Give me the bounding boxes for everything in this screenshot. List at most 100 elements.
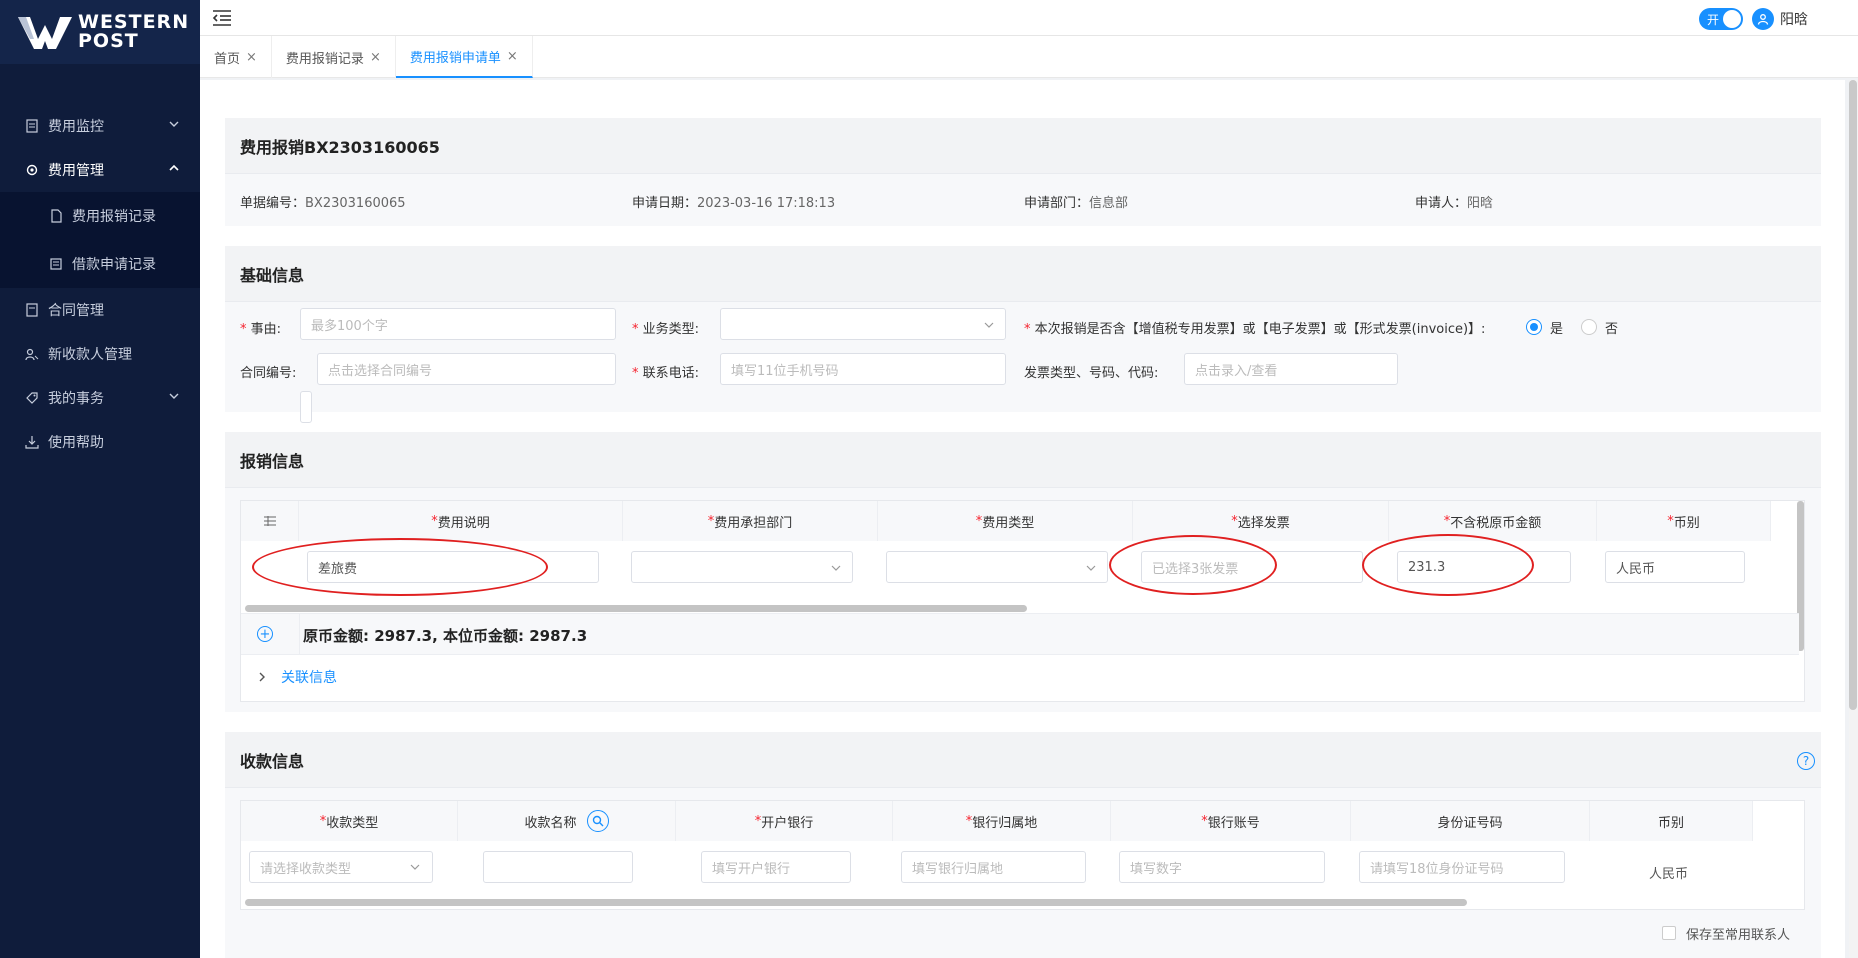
basic-info-card: 基础信息 * 事由: 最多100个字 * 业务类型: * 本次报销是否含【增值税… — [225, 246, 1821, 423]
contract-label: 合同编号: — [240, 366, 297, 381]
sidebar-item-payee[interactable]: 新收款人管理 — [0, 332, 200, 376]
monitor-doc-icon — [24, 118, 40, 134]
biz-type-select[interactable] — [720, 308, 1006, 340]
payee-name-input[interactable] — [483, 851, 633, 883]
section-title: 收款信息 — [225, 732, 1821, 788]
download-icon — [24, 434, 40, 450]
list-icon — [48, 256, 64, 272]
tab-reimburse-form[interactable]: 费用报销申请单 × — [395, 36, 533, 78]
col-id-number: 身份证号码 — [1351, 801, 1590, 841]
logo[interactable]: WESTERN POST — [0, 0, 200, 64]
sidebar-item-label: 费用报销记录 — [72, 209, 156, 225]
save-contact-checkbox[interactable] — [1662, 926, 1676, 940]
radio-yes-label: 是 — [1550, 322, 1564, 337]
logo-mark-icon — [16, 12, 74, 52]
expense-desc-input[interactable]: 差旅费 — [307, 551, 599, 583]
expense-table: * 费用说明 * 费用承担部门 * 费用类型 * 选择发票 * 不含税原币金额 * 币别 差… — [240, 500, 1805, 702]
col-bank: * 开户银行 — [676, 801, 893, 841]
menu-fold-icon[interactable] — [212, 9, 232, 27]
apply-dept-field: 申请部门：信息部 — [1024, 192, 1128, 211]
id-number-input[interactable]: 请填写18位身份证号码 — [1359, 851, 1565, 883]
help-question-icon[interactable]: ? — [1797, 752, 1815, 770]
section-title: 报销信息 — [225, 432, 1821, 488]
sidebar-item-contract[interactable]: 合同管理 — [0, 288, 200, 332]
close-icon[interactable]: × — [370, 50, 381, 65]
language-toggle[interactable]: 开 — [1699, 8, 1743, 30]
phone-input[interactable]: 填写11位手机号码 — [720, 353, 1006, 385]
invoice-info-input[interactable]: 点击录入/查看 — [1184, 353, 1398, 385]
bank-location-input[interactable]: 填写银行归属地 — [901, 851, 1086, 883]
field-value: BX2303160065 — [305, 196, 406, 211]
document-info-row: 单据编号：BX2303160065 申请日期：2023-03-16 17:18:… — [225, 174, 1821, 226]
tab-home[interactable]: 首页 × — [200, 36, 272, 78]
reason-input[interactable]: 最多100个字 — [300, 308, 616, 340]
topbar: 开 阳晗 — [200, 0, 1858, 36]
bank-account-input[interactable]: 填写数字 — [1119, 851, 1325, 883]
sidebar-item-help[interactable]: 使用帮助 — [0, 420, 200, 464]
payee-type-select[interactable]: 请选择收款类型 — [249, 851, 433, 883]
section-title: 基础信息 — [225, 246, 1821, 302]
bearing-dept-select[interactable] — [631, 551, 853, 583]
sidebar-item-label: 费用管理 — [48, 163, 104, 179]
tag-icon — [24, 390, 40, 406]
sidebar-item-reimburse-records[interactable]: 费用报销记录 — [0, 192, 200, 240]
phone-label: * 联系电话: — [632, 366, 700, 381]
field-label: 单据编号： — [240, 196, 306, 211]
field-value: 阳晗 — [1467, 196, 1494, 211]
currency-select[interactable]: 人民币 — [1605, 551, 1745, 583]
apply-date-field: 申请日期：2023-03-16 17:18:13 — [632, 192, 835, 211]
col-bearing-dept: * 费用承担部门 — [623, 501, 878, 541]
radio-yes[interactable] — [1526, 319, 1542, 335]
related-info-link[interactable]: 关联信息 — [281, 667, 337, 687]
invoice-question-label: * 本次报销是否含【增值税专用发票】或【电子发票】或【形式发票(invoice)… — [1024, 322, 1486, 337]
reason-label: * 事由: — [240, 322, 282, 337]
invoice-select-input[interactable]: 已选择3张发票 — [1141, 551, 1363, 583]
sidebar-item-label: 借款申请记录 — [72, 257, 156, 273]
chevron-down-icon — [983, 319, 995, 331]
payee-horizontal-scrollbar[interactable] — [245, 899, 1467, 906]
col-payee-type: * 收款类型 — [241, 801, 458, 841]
sidebar-item-loan-records[interactable]: 借款申请记录 — [0, 240, 200, 288]
amount-total-text: 原币金额: 2987.3, 本位币金额: 2987.3 — [303, 627, 588, 645]
close-icon[interactable]: × — [246, 50, 257, 65]
contract-input[interactable]: 点击选择合同编号 — [317, 353, 616, 385]
sidebar-item-my-tasks[interactable]: 我的事务 — [0, 376, 200, 420]
sidebar-item-label: 费用监控 — [48, 119, 104, 135]
add-row-icon[interactable]: + — [257, 626, 273, 642]
col-expense-desc: * 费用说明 — [299, 501, 623, 541]
chevron-down-icon — [168, 390, 182, 404]
main-content: 费用报销BX2303160065 单据编号：BX2303160065 申请日期：… — [200, 80, 1845, 958]
page-scroll-thumb[interactable] — [1849, 80, 1857, 710]
chevron-right-icon[interactable] — [257, 671, 267, 687]
chevron-up-icon — [168, 162, 182, 176]
field-value: 2023-03-16 17:18:13 — [697, 196, 836, 211]
user-avatar-icon[interactable] — [1752, 8, 1774, 30]
col-bank-location: * 银行归属地 — [893, 801, 1111, 841]
col-payee-name: 收款名称 — [458, 801, 676, 841]
table-horizontal-scrollbar[interactable] — [245, 605, 1027, 612]
user-name[interactable]: 阳晗 — [1780, 9, 1808, 29]
toggle-knob — [1723, 10, 1741, 28]
payee-currency-value: 人民币 — [1649, 867, 1689, 882]
amount-input[interactable]: 231.3 — [1397, 551, 1571, 583]
contract-icon — [24, 302, 40, 318]
chevron-down-icon — [830, 562, 842, 574]
field-value: 信息部 — [1089, 196, 1129, 211]
toggle-label: 开 — [1707, 13, 1720, 27]
sidebar-menu: 费用监控 费用管理 费用报销记录 借款申请记录 合同管理 新收款人管理 我的事务… — [0, 104, 200, 464]
bank-input[interactable]: 填写开户银行 — [701, 851, 851, 883]
radio-no[interactable] — [1581, 319, 1597, 335]
col-select-invoice: * 选择发票 — [1133, 501, 1389, 541]
sidebar-item-expense-monitor[interactable]: 费用监控 — [0, 104, 200, 148]
logo-text: WESTERN POST — [78, 13, 189, 51]
tab-reimburse-records[interactable]: 费用报销记录 × — [272, 36, 396, 78]
file-icon — [48, 208, 64, 224]
sidebar-item-expense-manage[interactable]: 费用管理 — [0, 148, 200, 192]
close-icon[interactable]: × — [507, 49, 518, 64]
expense-type-select[interactable] — [886, 551, 1108, 583]
column-settings-icon[interactable] — [241, 501, 299, 541]
search-icon[interactable] — [586, 810, 609, 832]
save-contact-label: 保存至常用联系人 — [1686, 928, 1791, 943]
col-expense-type: * 费用类型 — [878, 501, 1133, 541]
col-currency: * 币别 — [1597, 501, 1771, 541]
